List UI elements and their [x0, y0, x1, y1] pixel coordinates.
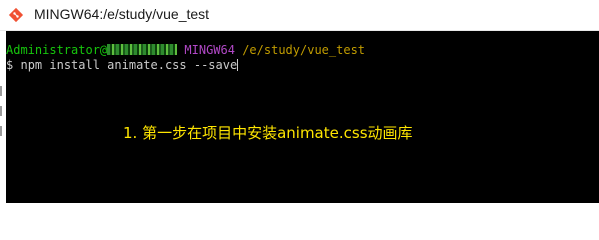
text-cursor — [237, 59, 239, 71]
window-title: MINGW64:/e/study/vue_test — [34, 6, 210, 22]
environment-label: MINGW64 — [184, 43, 235, 57]
title-bar: MINGW64:/e/study/vue_test — [0, 0, 599, 31]
prompt-line: Administrator@ MINGW64 /e/study/vue_test — [6, 43, 365, 57]
annotation-text: 1. 第一步在项目中安装animate.css动画库 — [123, 124, 413, 142]
current-path: /e/study/vue_test — [242, 43, 366, 57]
git-bash-icon — [8, 7, 24, 23]
redacted-hostname — [107, 44, 178, 55]
command-text[interactable]: npm install animate.css --save — [20, 58, 237, 72]
command-line[interactable]: $ npm install animate.css --save — [6, 58, 239, 72]
user-name: Administrator@ — [6, 43, 108, 57]
terminal-area[interactable]: Administrator@ MINGW64 /e/study/vue_test… — [6, 31, 599, 203]
